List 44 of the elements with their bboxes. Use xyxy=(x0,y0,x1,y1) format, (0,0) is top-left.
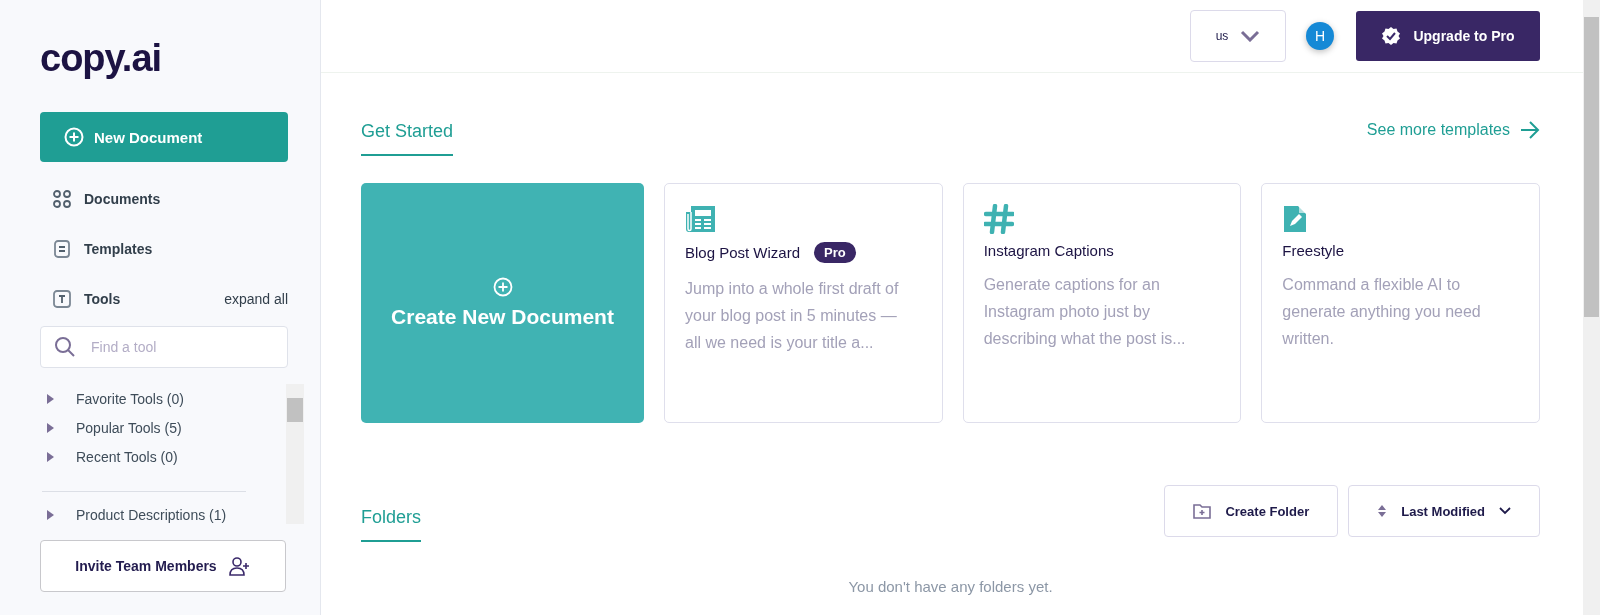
arrow-right-icon xyxy=(1520,121,1540,139)
hashtag-icon xyxy=(983,204,1014,234)
plus-circle-icon xyxy=(64,127,84,147)
upgrade-button[interactable]: Upgrade to Pro xyxy=(1356,11,1540,61)
tree-item[interactable]: Product Descriptions (1) xyxy=(38,500,286,524)
add-user-icon xyxy=(228,556,251,576)
create-folder-button[interactable]: Create Folder xyxy=(1164,485,1339,537)
tree-item[interactable]: Popular Tools (5) xyxy=(38,413,286,442)
template-description: Command a flexible AI to generate anything you need written. xyxy=(1282,275,1482,349)
invite-team-button[interactable]: Invite Team Members xyxy=(40,540,286,592)
grid-icon xyxy=(53,190,71,208)
sort-icon xyxy=(1377,504,1388,518)
template-title: Freestyle xyxy=(1282,242,1345,259)
chevron-down-icon xyxy=(1499,507,1511,515)
verified-badge-icon xyxy=(1381,26,1402,46)
template-card[interactable]: Blog Post Wizard Pro Jump into a whole first draft of your blog post in 5 minutes — all we need is your title a... xyxy=(664,183,943,423)
nav-item[interactable]: Documents xyxy=(53,186,161,212)
template-card[interactable]: Instagram Captions Generate captions for an Instagram photo just by describing what the post is... xyxy=(962,183,1242,423)
search-icon xyxy=(54,336,76,358)
empty-state-text: You don't have any folders yet. xyxy=(847,578,1054,595)
tree-item[interactable]: Favorite Tools (0) xyxy=(38,384,286,413)
template-description: Jump into a whole first draft of your blog post in 5 minutes — all we need is your title a... xyxy=(685,279,900,353)
nav-item[interactable]: Tools xyxy=(53,286,121,312)
logo: copy.ai xyxy=(40,36,162,80)
newspaper-icon xyxy=(685,204,715,234)
nav-item[interactable]: Templates xyxy=(53,236,153,262)
region-dropdown[interactable]: us xyxy=(1190,10,1286,62)
chevron-down-icon xyxy=(1240,30,1261,42)
sort-dropdown[interactable]: Last Modified xyxy=(1348,485,1540,537)
folder-plus-icon xyxy=(1193,503,1212,519)
search-field[interactable]: Find a tool xyxy=(40,326,288,368)
template-title: Instagram Captions xyxy=(983,242,1114,259)
plus-circle-icon xyxy=(492,277,513,297)
template-title: Blog Post Wizard xyxy=(685,244,801,261)
document-icon xyxy=(53,240,71,258)
template-card[interactable]: Freestyle Command a flexible AI to generate anything you need written. xyxy=(1261,183,1540,423)
tree-item[interactable]: Recent Tools (0) xyxy=(38,442,286,471)
pro-badge: Pro xyxy=(814,242,856,263)
template-description: Generate captions for an Instagram photo just by describing what the post is... xyxy=(983,275,1187,349)
expand-all-link[interactable]: expand all xyxy=(224,291,288,307)
page-scrollbar[interactable] xyxy=(1583,0,1600,615)
avatar[interactable]: H xyxy=(1306,22,1334,50)
scrollbar[interactable] xyxy=(286,384,304,524)
text-box-icon xyxy=(53,290,71,308)
